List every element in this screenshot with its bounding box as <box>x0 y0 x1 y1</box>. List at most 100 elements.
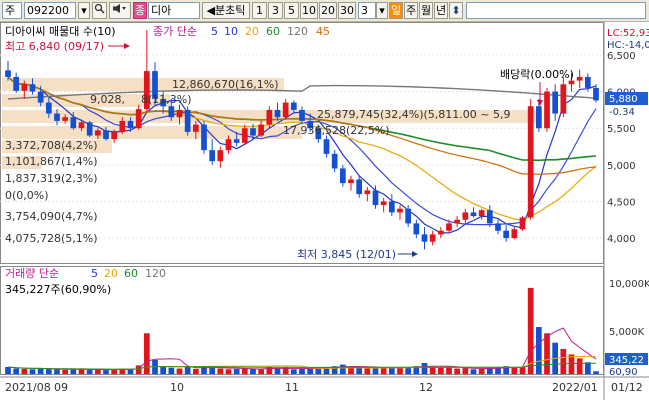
candle-body-58 <box>478 210 485 217</box>
candle-body-34 <box>282 102 289 118</box>
code-dropdown-chevron-icon[interactable]: ▾ <box>78 2 90 19</box>
vol-ma-20: 20 <box>104 267 118 280</box>
period-input[interactable]: 3 <box>358 2 376 19</box>
candle-body-7 <box>62 117 69 121</box>
volume-bar-8 <box>70 369 77 374</box>
candle-body-47 <box>388 201 395 213</box>
volume-bar-72 <box>593 371 599 374</box>
period-1[interactable]: 1 <box>252 2 267 19</box>
volume-bar-37 <box>307 368 314 374</box>
up-down-arrow-icon[interactable]: ⬍ <box>449 2 463 19</box>
period-20[interactable]: 20 <box>319 2 337 19</box>
candle-body-57 <box>470 212 477 217</box>
volume-bar-26 <box>217 368 224 374</box>
candle-body-22 <box>184 109 191 132</box>
price-y-ticks: 6,5006,0005,5005,0004,5004,000 <box>607 51 636 245</box>
period-5[interactable]: 5 <box>284 2 299 19</box>
candle-body-25 <box>209 150 216 162</box>
volume-bar-11 <box>94 369 101 374</box>
volume-bar-57 <box>470 369 477 374</box>
day-button[interactable]: 일 <box>389 2 403 19</box>
candle-body-10 <box>86 122 93 136</box>
volume-bar-52 <box>429 366 436 374</box>
candle-body-52 <box>429 234 436 242</box>
volume-bar-62 <box>511 367 518 374</box>
vp-label-1: 12,860,670(16,1%) <box>172 78 279 91</box>
volume-bar-2 <box>21 368 28 374</box>
vol-ma-5: 5 <box>91 267 98 280</box>
volume-bar-0 <box>5 366 11 374</box>
period-3[interactable]: 3 <box>268 2 283 19</box>
year-button[interactable]: 년 <box>434 2 448 19</box>
candle-body-55 <box>454 219 461 224</box>
candle-body-50 <box>413 223 420 235</box>
volume-bar-22 <box>184 366 191 374</box>
code-input[interactable]: 092200 <box>24 2 76 19</box>
candle-body-67 <box>552 91 559 114</box>
magnifier-icon[interactable] <box>92 2 107 19</box>
candle-body-41 <box>339 168 346 184</box>
volume-bar-23 <box>192 368 199 374</box>
price-panel-title: 디아이씨 매물대 수(10) <box>5 25 116 38</box>
candle-body-6 <box>54 113 60 121</box>
candle-body-3 <box>29 84 36 92</box>
candle-body-56 <box>462 212 469 220</box>
candle-body-29 <box>241 128 248 143</box>
candle-body-31 <box>258 124 265 136</box>
candle-body-61 <box>503 230 510 239</box>
candle-body-53 <box>437 230 444 235</box>
period-dropdown-chevron-icon[interactable]: ▾ <box>376 2 388 19</box>
candle-body-30 <box>250 128 256 136</box>
price-tick-5: 4,000 <box>607 234 636 245</box>
ma-60: 60 <box>266 25 280 38</box>
candle-body-45 <box>372 190 379 206</box>
candle-body-23 <box>192 124 199 132</box>
vp-label-3: 8(11,3%) <box>141 93 192 106</box>
price-tick-4: 4,500 <box>607 197 636 208</box>
candle-body-69 <box>568 80 575 85</box>
toolbar-empty-field[interactable] <box>466 2 646 19</box>
candle-body-46 <box>380 201 387 206</box>
market-select[interactable]: 주 <box>2 2 22 19</box>
candle-body-72 <box>593 87 599 101</box>
candle-body-36 <box>299 109 305 121</box>
vp-label-2: 9,028, <box>90 93 125 106</box>
volume-bar-54 <box>446 367 452 374</box>
period-10[interactable]: 10 <box>300 2 318 19</box>
candle-body-49 <box>405 208 412 224</box>
candle-body-33 <box>274 109 281 118</box>
vp-label-5: 17,936,528(22,5%) <box>283 124 390 137</box>
low-label: 최저 3,845 (12/01) <box>297 248 396 261</box>
favorite-badge[interactable]: 종 <box>133 2 147 19</box>
candle-body-5 <box>45 102 52 114</box>
market-value: 주 <box>5 4 16 17</box>
period-30[interactable]: 30 <box>338 2 356 19</box>
volume-bar-4 <box>37 368 44 374</box>
candle-body-16 <box>135 109 142 129</box>
volume-bar-41 <box>339 364 346 374</box>
volume-bar-13 <box>111 369 118 374</box>
volume-bar-65 <box>535 327 542 374</box>
candle-body-66 <box>544 91 550 129</box>
ma-10: 10 <box>224 25 238 38</box>
candle-body-21 <box>176 109 183 118</box>
candle-body-63 <box>519 217 526 230</box>
volume-bar-35 <box>290 369 297 374</box>
x-label-3: 11 <box>285 381 299 394</box>
vp-label-6: 3,372,708(4,2%) <box>5 139 98 152</box>
volume-value-label: 345,227주(60,90%) <box>5 283 111 296</box>
speaker-icon[interactable] <box>109 2 131 19</box>
volume-bar-70 <box>576 358 583 374</box>
candle-body-12 <box>103 130 109 140</box>
candle-body-40 <box>331 153 338 169</box>
volume-bar-28 <box>233 368 240 374</box>
candle-body-8 <box>70 117 77 129</box>
month-button[interactable]: 월 <box>419 2 433 19</box>
week-button[interactable]: 주 <box>404 2 418 19</box>
ma-label: 종가 단순 <box>153 25 197 38</box>
vp-label-10: 3,754,090(4,7%) <box>5 210 98 223</box>
toolbar: 주 092200 ▾ 종 디아 ◀분초틱 1 3 5 10 20 30 3 ▾ … <box>0 0 649 22</box>
current-volume: 345,22 <box>609 355 644 366</box>
tick-button[interactable]: ◀분초틱 <box>202 2 250 19</box>
candle-body-48 <box>397 208 403 213</box>
